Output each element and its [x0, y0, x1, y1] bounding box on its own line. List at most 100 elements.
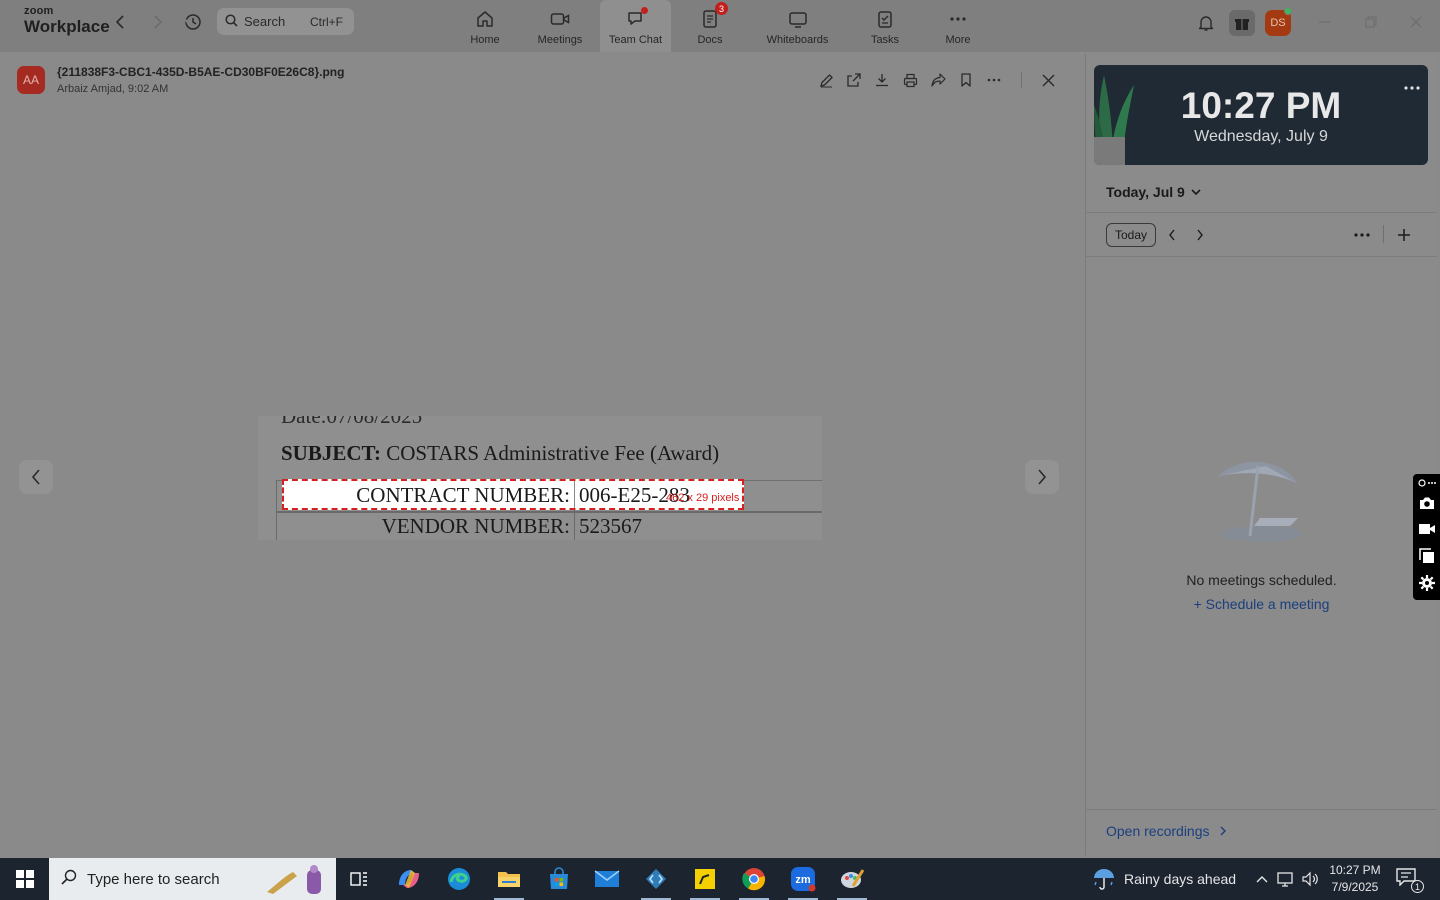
- umbrella-rain-icon: [1094, 869, 1114, 890]
- selection-rectangle[interactable]: CONTRACT NUMBER: 006-E25-283 462 x 29 pi…: [282, 479, 744, 510]
- sticky-notes-icon[interactable]: [682, 858, 728, 900]
- unread-dot: [640, 7, 648, 14]
- selection-dimensions: 462 x 29 pixels: [666, 492, 740, 504]
- panel-divider: [1086, 212, 1437, 213]
- bookmark-icon[interactable]: [957, 71, 975, 89]
- umbrella-illustration: [1218, 461, 1302, 542]
- history-icon[interactable]: [181, 10, 205, 34]
- chevron-left-icon: [31, 469, 40, 485]
- tab-home-label: Home: [470, 34, 500, 46]
- open-recordings-label: Open recordings: [1106, 823, 1210, 839]
- schedule-meeting-link[interactable]: + Schedule a meeting: [1086, 596, 1437, 612]
- tab-tasks[interactable]: Tasks: [862, 0, 908, 52]
- calendar-more-icon[interactable]: [1353, 226, 1371, 244]
- print-icon[interactable]: [901, 71, 919, 89]
- more-options-icon[interactable]: [985, 71, 1003, 89]
- search-icon: [225, 13, 238, 30]
- weather-widget[interactable]: Rainy days ahead: [1092, 858, 1236, 900]
- svg-text:zm: zm: [795, 874, 811, 886]
- camera-icon[interactable]: [1416, 493, 1438, 513]
- tasks-icon: [874, 8, 896, 30]
- presence-status-dot: [1284, 7, 1292, 15]
- tab-docs-label: Docs: [697, 34, 723, 46]
- volume-icon[interactable]: [1301, 869, 1319, 889]
- microsoft-store-icon[interactable]: [536, 858, 582, 900]
- system-time: 10:27 PM: [1329, 863, 1381, 877]
- vendor-number-value: 523567: [579, 514, 642, 538]
- capture-toolbar: [1413, 474, 1440, 600]
- start-button[interactable]: [0, 858, 49, 900]
- chevron-up-icon[interactable]: [1253, 869, 1271, 889]
- previous-image-button[interactable]: [19, 460, 53, 494]
- document-date: Date:07/08/2025: [281, 416, 423, 428]
- next-day-icon[interactable]: [1191, 226, 1209, 244]
- share-icon[interactable]: [929, 71, 947, 89]
- window-close-icon[interactable]: [1406, 12, 1426, 32]
- tab-whiteboards-label: Whiteboards: [766, 34, 829, 46]
- zoom-app-icon[interactable]: zm: [780, 858, 826, 900]
- vscode-remote-icon[interactable]: [633, 858, 679, 900]
- contract-number-label: CONTRACT NUMBER:: [356, 483, 570, 507]
- forward-arrow-icon[interactable]: [145, 10, 169, 34]
- calendar-panel: 10:27 PM Wednesday, July 9 Today, Jul 9 …: [1085, 54, 1437, 855]
- mail-icon[interactable]: [584, 858, 630, 900]
- tab-meetings-label: Meetings: [537, 34, 583, 46]
- logo-top-text: zoom: [24, 5, 54, 17]
- back-arrow-icon[interactable]: [109, 10, 133, 34]
- edge-browser-icon[interactable]: [436, 858, 482, 900]
- chat-icon: [625, 7, 648, 30]
- notification-center-button[interactable]: 1: [1396, 868, 1424, 893]
- record-video-icon[interactable]: [1416, 519, 1438, 539]
- docs-icon: 3: [699, 2, 728, 30]
- network-icon[interactable]: [1277, 869, 1295, 889]
- chrome-icon[interactable]: [731, 858, 777, 900]
- download-icon[interactable]: [873, 71, 891, 89]
- sender-avatar[interactable]: AA: [17, 66, 45, 94]
- tab-more-label: More: [945, 34, 971, 46]
- open-recordings-link[interactable]: Open recordings: [1106, 823, 1226, 839]
- toolbar-divider: [1383, 225, 1384, 243]
- subject-text: COSTARS Administrative Fee (Award): [386, 441, 720, 465]
- tab-home[interactable]: Home: [460, 0, 510, 52]
- tab-whiteboards[interactable]: Whiteboards: [760, 0, 835, 52]
- edit-icon[interactable]: [817, 71, 835, 89]
- paint-app-icon[interactable]: [829, 858, 875, 900]
- today-button[interactable]: Today: [1106, 223, 1156, 247]
- document-subject: SUBJECT: COSTARS Administrative Fee (Awa…: [281, 441, 719, 466]
- close-icon[interactable]: [1039, 71, 1057, 89]
- task-view-icon[interactable]: [336, 858, 382, 900]
- system-clock[interactable]: 10:27 PM 7/9/2025: [1320, 862, 1390, 896]
- file-explorer-icon[interactable]: [486, 858, 532, 900]
- logo-bottom-text: Workplace: [24, 17, 110, 36]
- taskbar-search[interactable]: Type here to search: [49, 858, 336, 900]
- settings-gear-icon[interactable]: [1416, 573, 1438, 593]
- windows-logo-icon: [15, 870, 34, 888]
- search-placeholder: Search: [244, 14, 286, 29]
- prev-day-icon[interactable]: [1163, 226, 1181, 244]
- tab-meetings[interactable]: Meetings: [530, 0, 590, 52]
- tab-team-chat[interactable]: Team Chat: [600, 0, 671, 52]
- open-external-icon[interactable]: [845, 71, 863, 89]
- system-date: 7/9/2025: [1331, 880, 1379, 894]
- copilot-icon[interactable]: [386, 858, 432, 900]
- gift-icon[interactable]: [1229, 10, 1255, 36]
- tab-docs[interactable]: 3 Docs: [688, 0, 732, 52]
- clock-card: 10:27 PM Wednesday, July 9: [1094, 65, 1428, 165]
- table-line: [276, 511, 822, 513]
- clock-more-icon[interactable]: [1404, 77, 1420, 95]
- add-icon[interactable]: [1395, 226, 1413, 244]
- bell-icon[interactable]: [1193, 10, 1219, 36]
- search-bar[interactable]: Search Ctrl+F: [217, 8, 354, 35]
- restore-icon[interactable]: [1361, 12, 1381, 32]
- day-selector[interactable]: Today, Jul 9: [1106, 184, 1201, 200]
- day-header: Today, Jul 9: [1106, 184, 1185, 200]
- image-viewer: AA {211838F3-CBC1-435D-B5AE-CD30BF0E26C8…: [0, 52, 1081, 858]
- next-image-button[interactable]: [1025, 460, 1059, 494]
- window-capture-icon[interactable]: [1416, 546, 1438, 566]
- minimize-icon[interactable]: [1315, 12, 1335, 32]
- chevron-right-icon: [1220, 826, 1226, 836]
- notification-count: 1: [1411, 880, 1424, 893]
- tab-more[interactable]: More: [938, 0, 978, 52]
- pin-icon[interactable]: [1416, 476, 1438, 490]
- document-image: Date:07/08/2025 SUBJECT: COSTARS Adminis…: [258, 416, 822, 540]
